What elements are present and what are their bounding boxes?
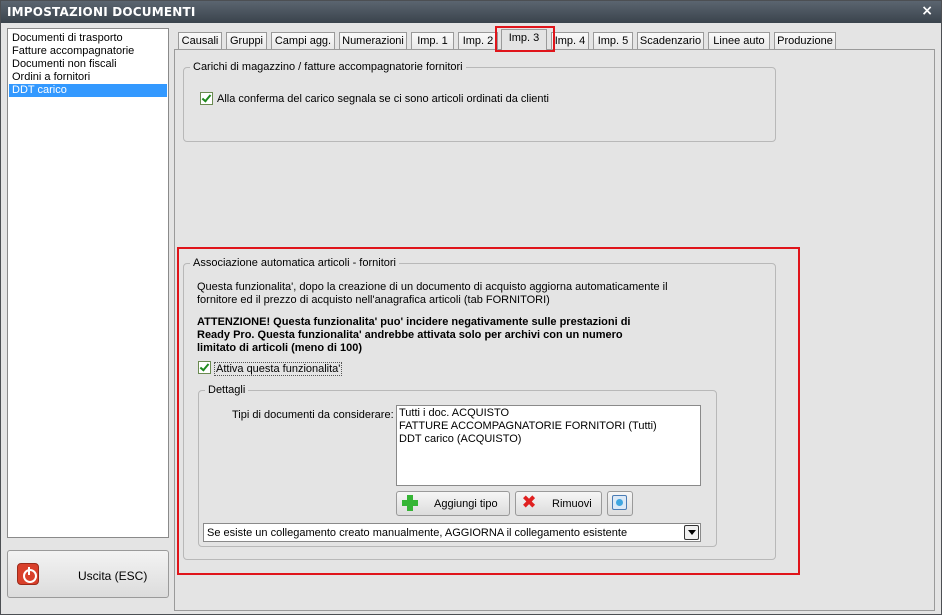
carichi-checkbox[interactable] xyxy=(200,92,213,105)
tab-page-imp-3: Carichi di magazzino / fatture accompagn… xyxy=(174,50,935,611)
exit-button-label: Uscita (ESC) xyxy=(78,569,148,583)
associazione-group: Associazione automatica articoli - forni… xyxy=(183,257,776,560)
window-title: IMPOSTAZIONI DOCUMENTI xyxy=(7,5,196,19)
carichi-legend: Carichi di magazzino / fatture accompagn… xyxy=(190,61,466,73)
carichi-group: Carichi di magazzino / fatture accompagn… xyxy=(183,61,776,142)
tab-causali[interactable]: Causali xyxy=(178,32,222,50)
list-item[interactable]: Ordini a fornitori xyxy=(9,71,167,84)
link-update-value: Se esiste un collegamento creato manualm… xyxy=(207,527,628,539)
settings-window: IMPOSTAZIONI DOCUMENTI × Documenti di tr… xyxy=(0,0,942,615)
tab-bar: Causali Gruppi Campi agg. Numerazioni Im… xyxy=(174,26,935,52)
tab-imp-2[interactable]: Imp. 2 xyxy=(458,32,498,50)
delete-x-icon: ✖ xyxy=(521,492,537,513)
tab-imp-1[interactable]: Imp. 1 xyxy=(411,32,454,50)
list-item[interactable]: Tutti i doc. ACQUISTO xyxy=(397,407,700,420)
clear-list-button[interactable] xyxy=(607,491,633,516)
tab-gruppi[interactable]: Gruppi xyxy=(226,32,267,50)
remove-label: Rimuovi xyxy=(552,498,592,510)
dettagli-legend: Dettagli xyxy=(205,384,249,396)
tab-campi-agg[interactable]: Campi agg. xyxy=(271,32,335,50)
close-icon[interactable]: × xyxy=(921,3,933,19)
add-type-button[interactable]: Aggiungi tipo xyxy=(396,491,510,516)
list-item[interactable]: Documenti non fiscali xyxy=(9,58,167,71)
power-icon xyxy=(17,563,39,585)
tab-numerazioni[interactable]: Numerazioni xyxy=(339,32,407,50)
link-update-select[interactable]: Se esiste un collegamento creato manualm… xyxy=(203,523,701,542)
tab-imp-5[interactable]: Imp. 5 xyxy=(593,32,633,50)
tab-imp-3[interactable]: Imp. 3 xyxy=(501,29,547,50)
tab-imp-4[interactable]: Imp. 4 xyxy=(551,32,589,50)
tab-produzione[interactable]: Produzione xyxy=(774,32,836,50)
add-type-label: Aggiungi tipo xyxy=(434,498,498,510)
list-item[interactable]: FATTURE ACCOMPAGNATORIE FORNITORI (Tutti… xyxy=(397,420,700,433)
list-item[interactable]: Documenti di trasporto xyxy=(9,32,167,45)
title-bar: IMPOSTAZIONI DOCUMENTI × xyxy=(1,1,941,23)
remove-button[interactable]: ✖ Rimuovi xyxy=(515,491,602,516)
list-item-selected[interactable]: DDT carico xyxy=(9,84,167,97)
associazione-legend: Associazione automatica articoli - forni… xyxy=(190,257,399,269)
settings-panel: Causali Gruppi Campi agg. Numerazioni Im… xyxy=(174,26,935,611)
tab-scadenzario[interactable]: Scadenzario xyxy=(637,32,704,50)
activate-checkbox-label: Attiva questa funzionalita' xyxy=(214,362,343,376)
document-type-list[interactable]: Documenti di trasporto Fatture accompagn… xyxy=(7,28,169,538)
check-icon xyxy=(199,361,210,372)
clear-icon xyxy=(612,495,627,510)
carichi-checkbox-label: Alla conferma del carico segnala se ci s… xyxy=(217,93,550,105)
list-item[interactable]: DDT carico (ACQUISTO) xyxy=(397,433,700,446)
tab-linee-auto[interactable]: Linee auto xyxy=(708,32,770,50)
plus-icon xyxy=(402,495,418,511)
check-icon xyxy=(201,92,212,103)
document-types-list[interactable]: Tutti i doc. ACQUISTO FATTURE ACCOMPAGNA… xyxy=(396,405,701,486)
activate-checkbox[interactable] xyxy=(198,361,211,374)
description-line-2: fornitore ed il prezzo di acquisto nell'… xyxy=(197,294,550,306)
warning-line-1: ATTENZIONE! Questa funzionalita' puo' in… xyxy=(197,316,631,328)
dettagli-group: Dettagli Tipi di documenti da considerar… xyxy=(198,384,717,547)
warning-line-2: Ready Pro. Questa funzionalita' andrebbe… xyxy=(197,329,623,341)
list-item[interactable]: Fatture accompagnatorie xyxy=(9,45,167,58)
types-label: Tipi di documenti da considerare: xyxy=(232,409,394,421)
exit-button[interactable]: Uscita (ESC) xyxy=(7,550,169,598)
description-line-1: Questa funzionalita', dopo la creazione … xyxy=(197,281,668,293)
warning-line-3: limitato di articoli (meno di 100) xyxy=(197,342,363,354)
chevron-down-icon[interactable] xyxy=(684,525,699,540)
